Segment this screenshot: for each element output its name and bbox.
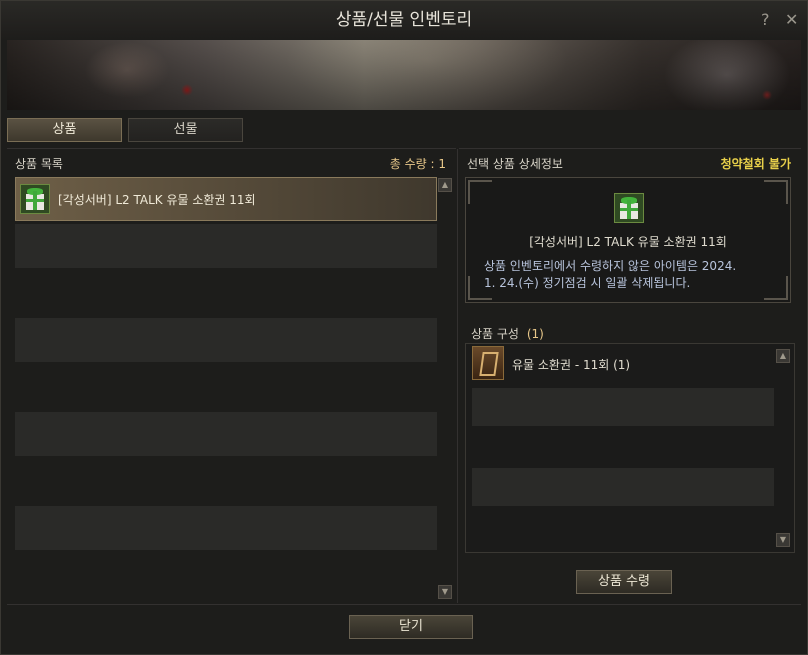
detail-item-name: [각성서버] L2 TALK 유물 소환권 11회 — [529, 235, 727, 249]
product-list-header: 상품 목록 — [15, 157, 63, 171]
title-bar[interactable]: 상품/선물 인벤토리 ? ✕ — [1, 1, 807, 39]
list-item — [15, 412, 437, 456]
detail-header: 선택 상품 상세정보 — [467, 157, 563, 171]
list-item[interactable]: [각성서버] L2 TALK 유물 소환권 11회 — [15, 177, 437, 221]
scroll-up-icon[interactable]: ▲ — [776, 349, 790, 363]
composition-list: 유물 소환권 - 11회 (1) ▲ ▼ — [465, 343, 795, 553]
summon-card-icon — [472, 346, 504, 380]
detail-panel: 선택 상품 상세정보 청약철회 불가 [각성서버] L2 TALK 유물 소환권… — [459, 148, 801, 604]
panel-divider — [457, 149, 458, 603]
inventory-window: 상품/선물 인벤토리 ? ✕ 상품 선물 상품 목록 총 수량 : 1 [각성서… — [0, 0, 808, 655]
scroll-down-icon[interactable]: ▼ — [438, 585, 452, 599]
total-count: 총 수량 : 1 — [389, 157, 446, 171]
receive-button[interactable]: 상품 수령 — [576, 570, 672, 594]
gift-box-icon — [20, 184, 50, 214]
footer-divider — [7, 604, 801, 605]
close-icon[interactable]: ✕ — [785, 10, 798, 30]
scroll-up-icon[interactable]: ▲ — [438, 178, 452, 192]
component-item[interactable]: 유물 소환권 - 11회 (1) — [472, 346, 630, 380]
notice-text-1: 상품 인벤토리에서 수령하지 않은 아이템은 2024. — [484, 259, 737, 273]
close-button[interactable]: 닫기 — [349, 615, 473, 639]
notice-text-2: 1. 24.(수) 정기점검 시 일괄 삭제됩니다. — [484, 276, 691, 290]
banner-image — [7, 40, 801, 110]
gift-box-icon — [614, 193, 644, 223]
product-list-panel: 상품 목록 총 수량 : 1 [각성서버] L2 TALK 유물 소환권 11회… — [7, 148, 456, 604]
component-label: 유물 소환권 - 11회 (1) — [512, 358, 631, 372]
component-slot — [472, 388, 774, 426]
tab-gifts[interactable]: 선물 — [128, 118, 243, 142]
list-item — [15, 318, 437, 362]
list-item — [15, 224, 437, 268]
list-item-label: [각성서버] L2 TALK 유물 소환권 11회 — [58, 193, 256, 207]
window-title: 상품/선물 인벤토리 — [335, 10, 473, 30]
help-icon[interactable]: ? — [761, 10, 770, 30]
scroll-down-icon[interactable]: ▼ — [776, 533, 790, 547]
refund-status: 청약철회 불가 — [720, 157, 791, 171]
list-item — [15, 506, 437, 550]
tab-products[interactable]: 상품 — [7, 118, 122, 142]
component-slot — [472, 468, 774, 506]
detail-box: [각성서버] L2 TALK 유물 소환권 11회 상품 인벤토리에서 수령하지… — [465, 177, 791, 303]
